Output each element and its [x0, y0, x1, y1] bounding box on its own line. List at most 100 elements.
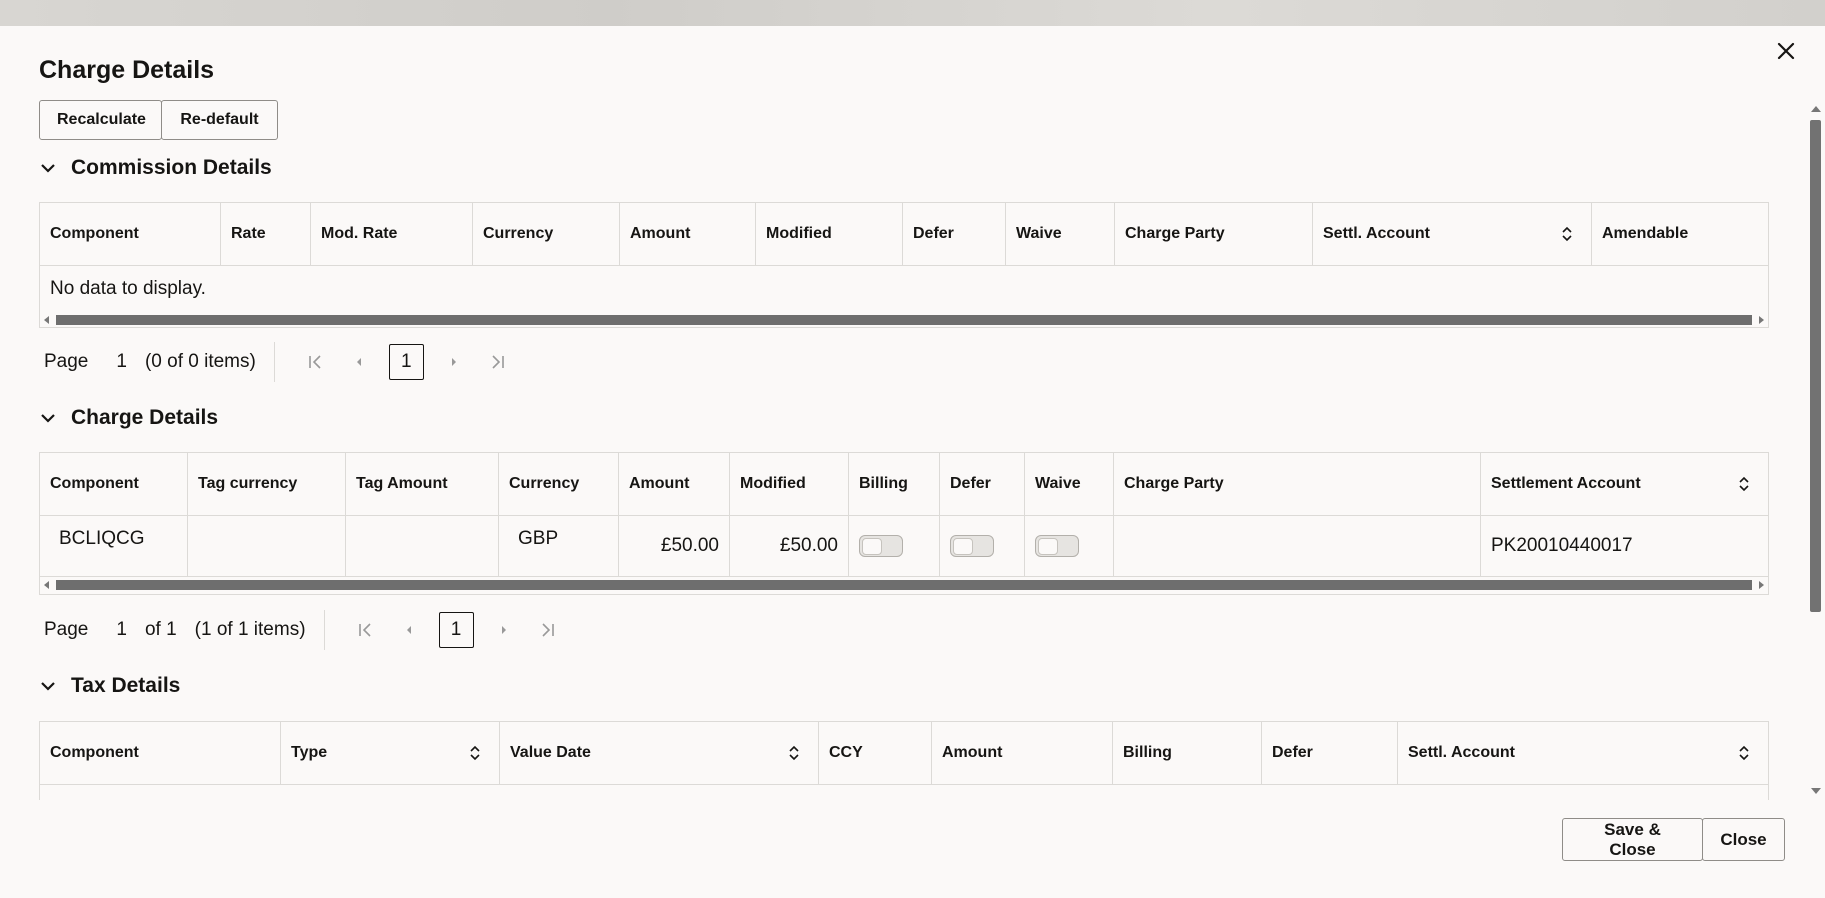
dialog-title: Charge Details: [39, 56, 215, 84]
amount-cell: £50.00: [619, 516, 730, 576]
column-header[interactable]: CCY: [819, 722, 932, 784]
column-header[interactable]: Rate: [221, 203, 311, 265]
column-header[interactable]: Component: [40, 453, 188, 515]
tax-section-toggle[interactable]: Tax Details: [39, 672, 180, 700]
column-header[interactable]: Mod. Rate: [311, 203, 473, 265]
column-header-value-date[interactable]: Value Date: [500, 722, 819, 784]
settlement-account-cell[interactable]: PK20010440017: [1481, 516, 1768, 576]
tax-section-label: Tax Details: [71, 674, 181, 697]
tax-table-header: Component Type Value Date CCY Amount Bil…: [40, 722, 1768, 785]
last-page-icon[interactable]: [536, 618, 560, 642]
dialog-content: Recalculate Re-default Commission Detail…: [0, 100, 1806, 800]
column-header[interactable]: Component: [40, 203, 221, 265]
page-total: of 1: [144, 619, 177, 640]
column-header[interactable]: Billing: [849, 453, 940, 515]
tag-currency-cell: [188, 516, 346, 576]
column-header[interactable]: Defer: [1262, 722, 1398, 784]
chevron-down-icon: [41, 164, 55, 173]
column-header-settlement-account[interactable]: Settlement Account: [1481, 453, 1768, 515]
table-row[interactable]: BCLIQCG GBP £50.00 £50.00 PK20010440017: [40, 516, 1768, 577]
scrollbar-thumb[interactable]: [1810, 120, 1821, 612]
sort-icon[interactable]: [469, 745, 481, 761]
horizontal-scrollbar[interactable]: [40, 577, 1768, 593]
column-header[interactable]: Billing: [1113, 722, 1262, 784]
column-header[interactable]: Waive: [1025, 453, 1114, 515]
next-page-icon[interactable]: [492, 618, 516, 642]
page-label: Page: [44, 619, 89, 640]
waive-toggle[interactable]: [1035, 535, 1079, 557]
charge-section-label: Charge Details: [71, 406, 219, 429]
column-header-label: Settl. Account: [1323, 225, 1430, 242]
column-header[interactable]: Tag Amount: [346, 453, 499, 515]
previous-page-icon[interactable]: [347, 350, 371, 374]
column-header[interactable]: Defer: [903, 203, 1006, 265]
column-header[interactable]: Charge Party: [1114, 453, 1481, 515]
column-header[interactable]: Waive: [1006, 203, 1115, 265]
column-header-label: Settlement Account: [1491, 475, 1641, 492]
column-header[interactable]: Defer: [940, 453, 1025, 515]
column-header-label: Settl. Account: [1408, 744, 1515, 761]
recalculate-button[interactable]: Recalculate: [39, 100, 162, 140]
column-header[interactable]: Amount: [932, 722, 1113, 784]
commission-section-toggle[interactable]: Commission Details: [39, 154, 272, 182]
scroll-up-icon[interactable]: [1811, 106, 1821, 112]
column-header[interactable]: Amendable: [1592, 203, 1768, 265]
chevron-down-icon: [41, 414, 55, 423]
sort-icon[interactable]: [1561, 226, 1573, 242]
column-header-settl-account[interactable]: Settl. Account: [1398, 722, 1768, 784]
items-count: (1 of 1 items): [195, 610, 325, 650]
items-count: (0 of 0 items): [145, 342, 275, 382]
modified-amount-cell[interactable]: £50.00: [730, 516, 849, 576]
previous-page-icon[interactable]: [397, 618, 421, 642]
next-page-icon[interactable]: [442, 350, 466, 374]
current-page-button[interactable]: 1: [388, 344, 424, 380]
page-number-input[interactable]: 1: [116, 619, 127, 641]
column-header[interactable]: Component: [40, 722, 281, 784]
sort-icon[interactable]: [1738, 745, 1750, 761]
redefault-button[interactable]: Re-default: [161, 100, 278, 140]
column-header[interactable]: Modified: [756, 203, 903, 265]
last-page-icon[interactable]: [486, 350, 510, 374]
vertical-scrollbar[interactable]: [1806, 100, 1825, 800]
currency-cell: GBP: [499, 516, 619, 576]
horizontal-scrollbar[interactable]: [40, 312, 1768, 327]
component-cell: BCLIQCG: [40, 516, 188, 576]
sort-icon[interactable]: [1738, 476, 1750, 492]
page-number-input[interactable]: 1: [116, 351, 127, 373]
column-header[interactable]: Modified: [730, 453, 849, 515]
commission-table: Component Rate Mod. Rate Currency Amount…: [39, 202, 1769, 328]
billing-cell: [849, 516, 940, 576]
billing-toggle[interactable]: [859, 535, 903, 557]
column-header[interactable]: Currency: [473, 203, 620, 265]
column-header-settl-account[interactable]: Settl. Account: [1313, 203, 1592, 265]
close-button[interactable]: Close: [1702, 818, 1785, 861]
first-page-icon[interactable]: [303, 350, 327, 374]
defer-toggle[interactable]: [950, 535, 994, 557]
close-icon[interactable]: [1769, 34, 1803, 68]
background-strip: [0, 0, 1825, 26]
charge-table: Component Tag currency Tag Amount Curren…: [39, 452, 1769, 595]
column-header[interactable]: Amount: [620, 203, 756, 265]
sort-icon[interactable]: [788, 745, 800, 761]
charge-table-header: Component Tag currency Tag Amount Curren…: [40, 453, 1768, 516]
column-header[interactable]: Tag currency: [188, 453, 346, 515]
column-header-label: Value Date: [510, 744, 591, 761]
chevron-down-icon: [41, 682, 55, 691]
column-header-type[interactable]: Type: [281, 722, 500, 784]
save-close-button[interactable]: Save & Close: [1562, 818, 1703, 861]
column-header[interactable]: Amount: [619, 453, 730, 515]
charge-party-cell[interactable]: [1114, 516, 1481, 576]
charge-section-toggle[interactable]: Charge Details: [39, 404, 218, 432]
waive-cell: [1025, 516, 1114, 576]
current-page-button[interactable]: 1: [438, 612, 474, 648]
commission-table-header: Component Rate Mod. Rate Currency Amount…: [40, 203, 1768, 266]
column-header[interactable]: Currency: [499, 453, 619, 515]
tag-amount-cell: [346, 516, 499, 576]
commission-pagination: Page 1 (0 of 0 items) 1: [44, 342, 520, 382]
charge-details-dialog: Charge Details Recalculate Re-default Co…: [0, 26, 1825, 898]
page-label: Page: [44, 351, 89, 372]
column-header[interactable]: Charge Party: [1115, 203, 1313, 265]
first-page-icon[interactable]: [353, 618, 377, 642]
no-data-message: No data to display.: [50, 278, 206, 299]
scroll-down-icon[interactable]: [1811, 788, 1821, 794]
